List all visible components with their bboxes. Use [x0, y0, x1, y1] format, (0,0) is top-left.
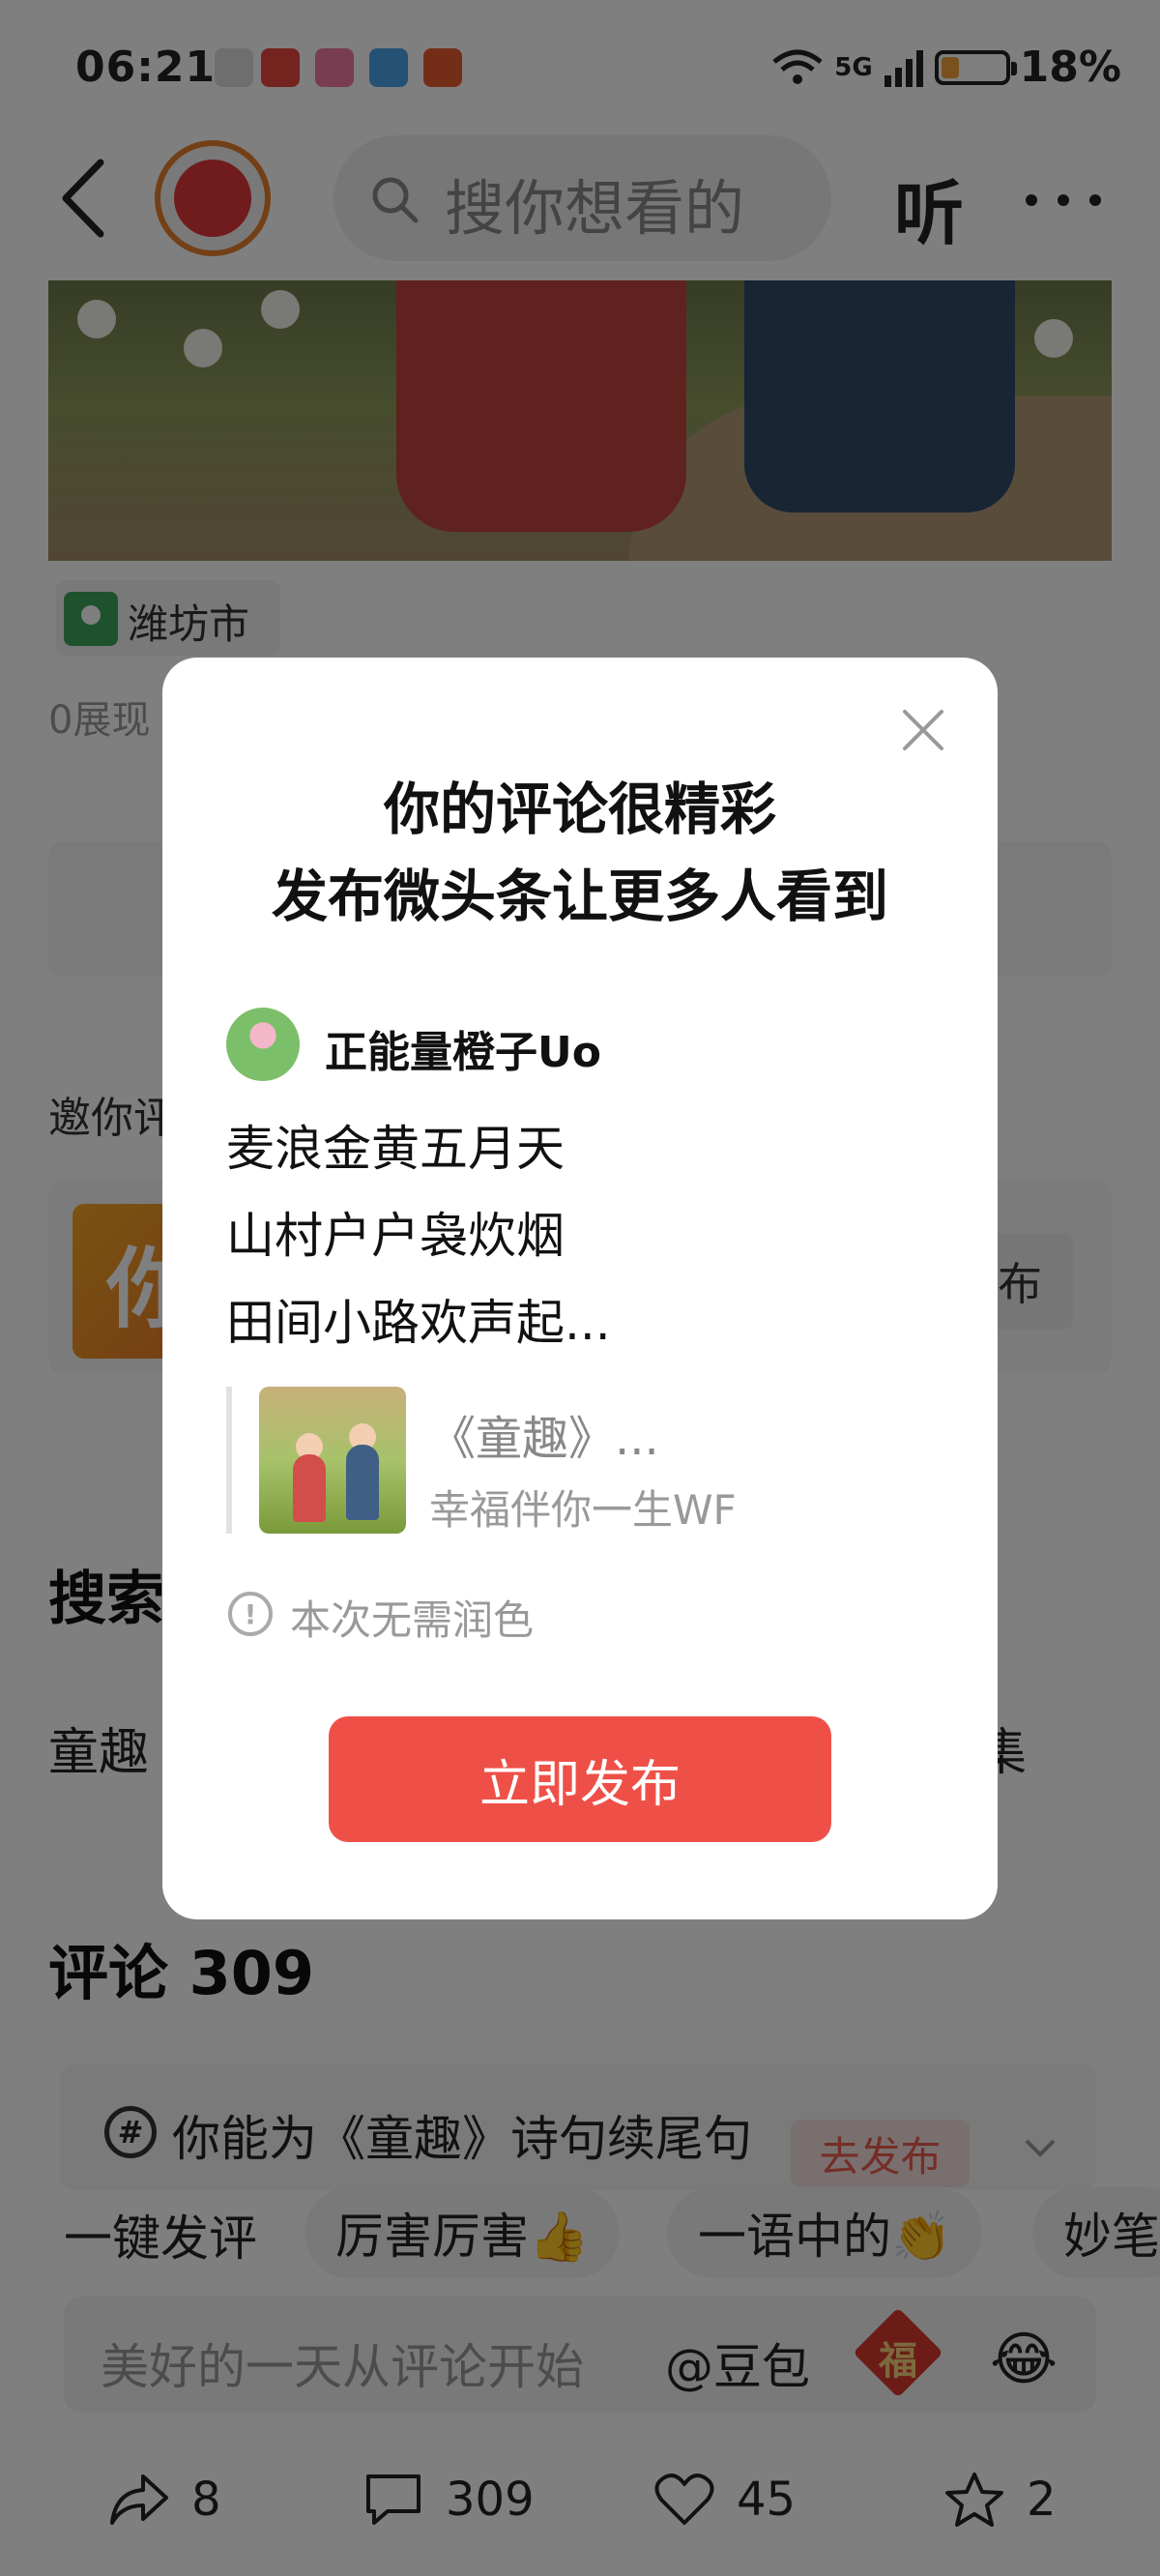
user-name: 正能量橙子Uo	[325, 1028, 601, 1077]
quoted-post-thumbnail	[259, 1387, 406, 1534]
close-icon[interactable]	[899, 706, 947, 754]
modal-title: 你的评论很精彩	[383, 776, 776, 842]
info-icon: !	[228, 1592, 273, 1636]
quoted-post-author: 幸福伴你一生WF	[429, 1486, 737, 1534]
user-avatar	[226, 1008, 300, 1081]
modal-subtitle: 发布微头条让更多人看到	[271, 864, 888, 929]
polish-info: 本次无需润色	[290, 1596, 535, 1644]
comment-line: 田间小路欢声起...	[226, 1295, 611, 1351]
quoted-post-title: 《童趣》...	[429, 1412, 659, 1466]
publish-button[interactable]: 立即发布	[329, 1716, 831, 1842]
quote-divider	[226, 1387, 232, 1534]
comment-line: 山村户户袅炊烟	[226, 1208, 565, 1264]
comment-line: 麦浪金黄五月天	[226, 1121, 565, 1177]
